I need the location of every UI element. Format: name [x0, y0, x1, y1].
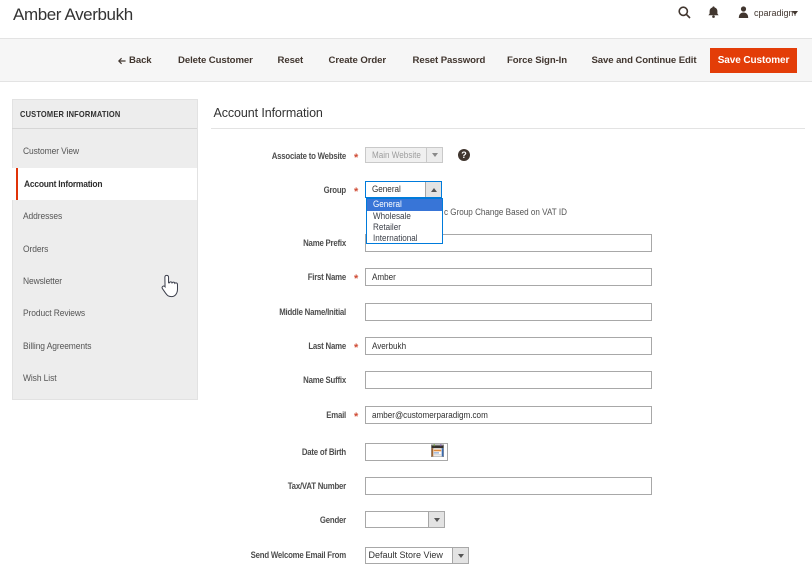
svg-text:?: ? [461, 150, 467, 160]
